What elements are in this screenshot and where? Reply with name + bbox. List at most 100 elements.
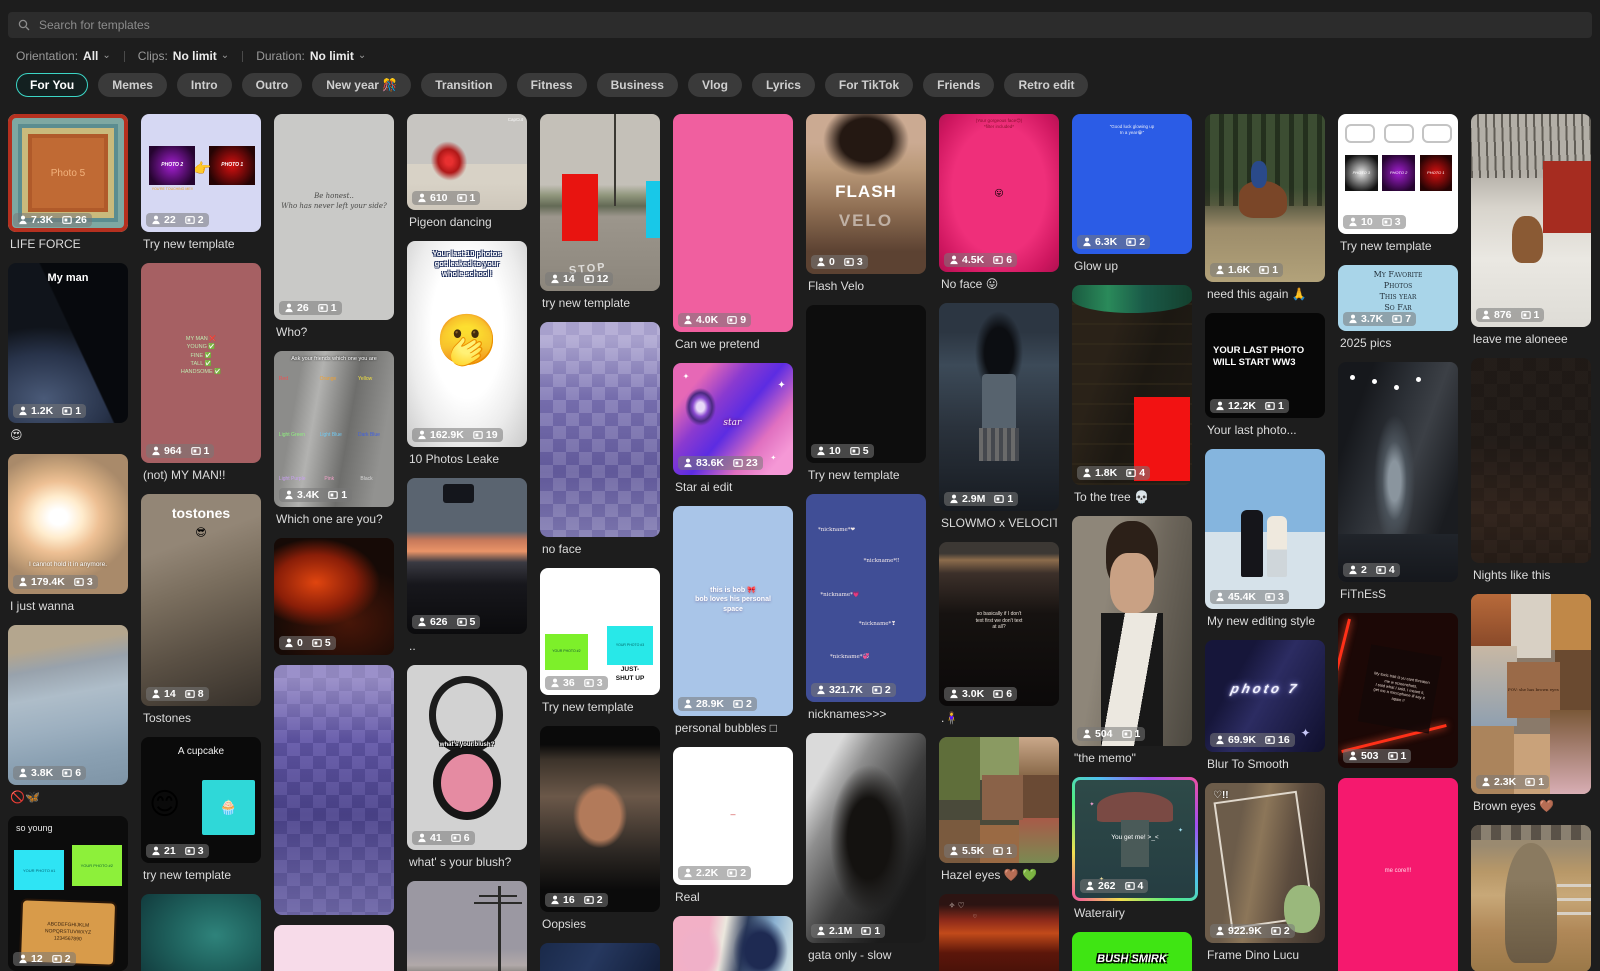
template-card[interactable]: 1.6K1need this again 🙏 [1205,114,1325,313]
template-card[interactable]: 162Oopsies [540,726,660,943]
template-card[interactable]: YOUR LAST PHOTO WILL START WW312.2K1Your… [1205,313,1325,449]
template-thumbnail[interactable]: "Good luck glowing up In a year😭"6.3K2 [1072,114,1192,254]
template-card[interactable]: 24FiTnEsS [1338,362,1458,613]
template-thumbnail[interactable]: ♡!!922.9K2 [1205,783,1325,943]
tab-memes[interactable]: Memes [98,73,167,97]
template-thumbnail[interactable]: PHOTO 3PHOTO 2PHOTO 1103 [1338,114,1458,234]
template-card[interactable]: tostones😎148Tostones [141,494,261,737]
tab-transition[interactable]: Transition [421,73,506,97]
template-card[interactable]: My toxic trait is yu cant threaten me w … [1338,613,1458,778]
template-card[interactable]: BUSH SMIRK [1072,932,1192,971]
template-card[interactable]: A cupcake😊🧁213try new template [141,737,261,894]
template-card[interactable]: Ask your friends which one you areRedOra… [274,351,394,538]
template-card[interactable]: what's your blush?416what' s your blush? [407,665,527,881]
template-card[interactable]: MY MAN ❌ YOUNG ✅ FINE ✅ TALL ✅ HANDSOME … [141,263,261,494]
template-thumbnail[interactable] [540,943,660,971]
template-card[interactable]: no face [540,322,660,568]
template-thumbnail[interactable]: photo 7✦69.9K16 [1205,640,1325,752]
template-card[interactable]: 2.1M1gata only - slow [806,733,926,971]
template-card[interactable]: CapCut6101Pigeon dancing [407,114,527,241]
template-card[interactable]: You get me! >_<✦✦✦2624Waterairy [1072,777,1192,932]
template-card[interactable] [1471,825,1591,971]
template-thumbnail[interactable]: 45.4K3 [1205,449,1325,609]
template-card[interactable]: My Favorite Photos This year So Far3.7K7… [1338,265,1458,362]
template-thumbnail[interactable] [274,665,394,915]
tab-for-tiktok[interactable]: For TikTok [825,73,913,97]
template-card[interactable] [274,665,394,925]
template-thumbnail[interactable]: 41 [673,916,793,971]
template-card[interactable]: My man1.2K1😍 [8,263,128,454]
template-thumbnail[interactable]: this is bob 🎀 bob loves his personal spa… [673,506,793,716]
template-card[interactable]: 05 [274,538,394,665]
template-thumbnail[interactable] [407,881,527,971]
template-card[interactable]: 6265.. [407,478,527,665]
template-thumbnail[interactable]: 1.6K1 [1205,114,1325,282]
template-thumbnail[interactable]: YOUR PHOTO #2YOUR PHOTO #3JUST- SHUT UP3… [540,568,660,695]
template-card[interactable]: 5.5K1Hazel eyes 🤎 💚 [939,737,1059,894]
tab-for-you[interactable]: For You [16,73,88,97]
search-input[interactable] [37,17,1582,33]
filter-clips[interactable]: Clips:No limit⌄ [138,49,229,63]
template-thumbnail[interactable]: 2.9M1 [939,303,1059,511]
tab-business[interactable]: Business [597,73,678,97]
template-card[interactable]: 4.0K9Can we pretend [673,114,793,363]
tab-friends[interactable]: Friends [923,73,994,97]
template-card[interactable]: 3.8K6🚫🦋 [8,625,128,816]
template-thumbnail[interactable]: POV: she has brown eyes2.3K1 [1471,594,1591,794]
template-card[interactable]: Nights like this [1471,358,1591,594]
template-thumbnail[interactable]: I cannot hold it in anymore.179.4K3 [8,454,128,594]
template-card[interactable]: I cannot hold it in anymore.179.4K3I jus… [8,454,128,625]
template-thumbnail[interactable]: STOP1412 [540,114,660,291]
template-thumbnail[interactable]: 5041 [1072,516,1192,746]
template-card[interactable]: star✦✦✦83.6K23Star ai edit [673,363,793,506]
template-thumbnail[interactable]: me core!!! [1338,778,1458,971]
template-thumbnail[interactable]: ✧ ♡♡somos la copa y el vino [939,894,1059,971]
search-bar[interactable] [8,12,1592,38]
template-thumbnail[interactable]: 05 [274,538,394,655]
template-thumbnail[interactable]: My toxic trait is yu cant threaten me w … [1338,613,1458,768]
template-card[interactable] [407,881,527,971]
template-card[interactable]: so basically if I don't text first we do… [939,542,1059,737]
filter-orientation[interactable]: Orientation:All⌄ [16,49,111,63]
template-thumbnail[interactable] [1471,825,1591,971]
template-thumbnail[interactable]: Photo 57.3K26 [8,114,128,232]
template-thumbnail[interactable]: YOUR LAST PHOTO WILL START WW312.2K1 [1205,313,1325,418]
template-thumbnail[interactable]: 105 [806,305,926,463]
template-thumbnail[interactable]: PHOTO 2PHOTO 1👉YOU'RE TOUCHING ME!!222 [141,114,261,232]
template-card[interactable]: Photo 57.3K26LIFE FORCE [8,114,128,263]
template-thumbnail[interactable]: Your last 10 photos got leaked to your w… [407,241,527,447]
template-card[interactable]: 5041"the memo" [1072,516,1192,777]
template-card[interactable] [540,943,660,971]
template-thumbnail[interactable]: 8761 [1471,114,1591,327]
template-card[interactable]: POV: she has brown eyes2.3K1Brown eyes 🤎 [1471,594,1591,825]
template-thumbnail[interactable]: 4.0K9 [673,114,793,332]
template-card[interactable]: so youngYOUR PHOTO #1YOUR PHOTO #2ABCDEF… [8,816,128,971]
template-thumbnail[interactable]: My man1.2K1 [8,263,128,423]
filter-duration[interactable]: Duration:No limit⌄ [256,49,366,63]
template-thumbnail[interactable]: 24 [1338,362,1458,582]
template-thumbnail[interactable]: 6265 [407,478,527,634]
template-thumbnail[interactable]: *nickname*❤*nickname*‼*nickname*💗*nickna… [806,494,926,702]
template-card[interactable] [274,925,394,971]
template-thumbnail[interactable]: PHOTO 1 [141,894,261,971]
template-card[interactable]: 45.4K3My new editing style [1205,449,1325,640]
template-thumbnail[interactable]: MY MAN ❌ YOUNG ✅ FINE ✅ TALL ✅ HANDSOME … [141,263,261,463]
template-card[interactable]: (Your gorgeous face😍) *filter included*😛… [939,114,1059,303]
tab-outro[interactable]: Outro [242,73,303,97]
template-card[interactable]: PHOTO 1 [141,894,261,971]
template-thumbnail[interactable]: what's your blush?416 [407,665,527,850]
tab-vlog[interactable]: Vlog [688,73,742,97]
template-thumbnail[interactable]: CapCut6101 [407,114,527,210]
template-thumbnail[interactable]: Ask your friends which one you areRedOra… [274,351,394,507]
template-card[interactable]: ✧ ♡♡somos la copa y el vino [939,894,1059,971]
template-card[interactable]: Be honest.. Who has never left your side… [274,114,394,351]
tab-lyrics[interactable]: Lyrics [752,73,815,97]
template-thumbnail[interactable]: tostones😎148 [141,494,261,706]
template-thumbnail[interactable] [1471,358,1591,563]
template-card[interactable]: PHOTO 2PHOTO 1👉YOU'RE TOUCHING ME!!222Tr… [141,114,261,263]
template-thumbnail[interactable] [274,925,394,971]
template-card[interactable]: FLASHVELO03Flash Velo [806,114,926,305]
template-card[interactable]: 105Try new template [806,305,926,494]
template-thumbnail[interactable]: My Favorite Photos This year So Far3.7K7 [1338,265,1458,331]
template-thumbnail[interactable]: 162 [540,726,660,912]
